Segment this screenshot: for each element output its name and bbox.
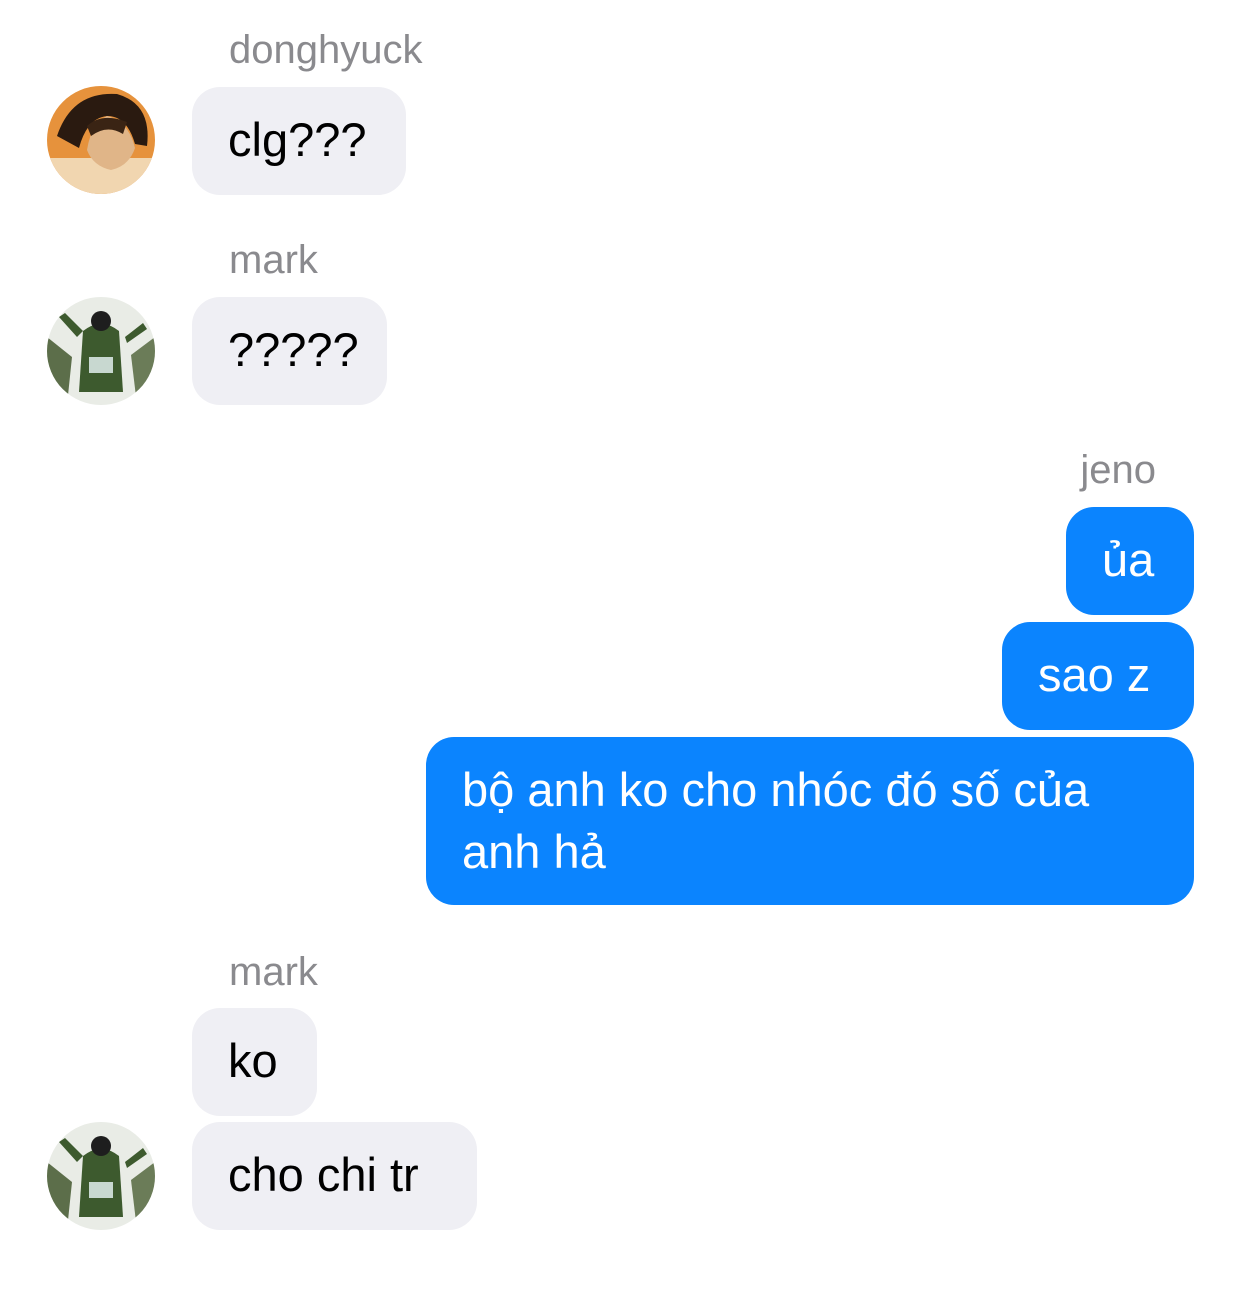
message-text: ko — [228, 1034, 278, 1087]
message-text: ủa — [1102, 533, 1155, 586]
avatar-photo — [47, 1122, 155, 1230]
avatar-mark[interactable] — [47, 297, 155, 405]
avatar-photo — [47, 86, 155, 194]
sender-name: jeno — [1080, 448, 1156, 492]
message-bubble-outgoing[interactable]: sao z — [1002, 622, 1194, 730]
message-text: sao z — [1038, 648, 1151, 701]
message-text: cho chi tr — [228, 1148, 419, 1201]
message-bubble-incoming[interactable]: cho chi tr — [192, 1122, 477, 1230]
message-bubble-incoming[interactable]: clg??? — [192, 87, 406, 195]
message-bubble-outgoing[interactable]: ủa — [1066, 507, 1194, 615]
avatar-donghyuck[interactable] — [47, 86, 155, 194]
avatar-mark[interactable] — [47, 1122, 155, 1230]
message-bubble-outgoing[interactable]: bộ anh ko cho nhóc đó số của anh hả — [426, 737, 1194, 905]
avatar-photo — [47, 297, 155, 405]
message-text: clg??? — [228, 113, 367, 166]
message-text-line: bộ anh ko cho nhóc đó số của — [462, 763, 1090, 816]
message-text: ????? — [228, 323, 359, 376]
sender-name: mark — [229, 238, 318, 282]
message-text-line: anh hả — [462, 825, 606, 878]
sender-name: donghyuck — [229, 28, 423, 72]
sender-name: mark — [229, 950, 318, 994]
message-bubble-incoming[interactable]: ????? — [192, 297, 387, 405]
message-bubble-incoming[interactable]: ko — [192, 1008, 317, 1116]
